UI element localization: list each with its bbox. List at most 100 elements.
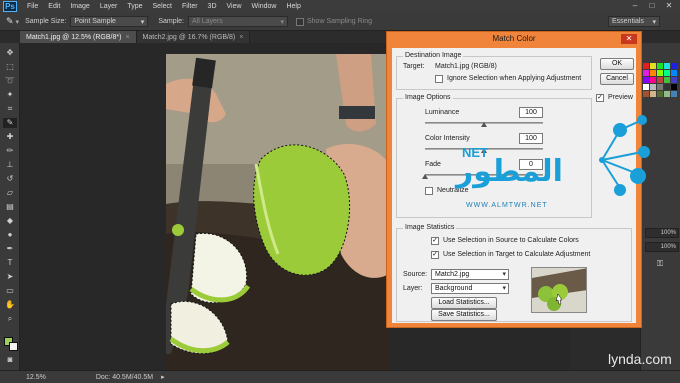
tab-label: Match1.jpg @ 12.5% (RGB/8*)	[26, 33, 122, 41]
photoshop-logo: Ps	[3, 1, 17, 12]
dodge-tool-icon[interactable]: ●	[3, 230, 17, 240]
pen-tool-icon[interactable]: ✒	[3, 244, 17, 254]
close-icon[interactable]: ×	[125, 34, 129, 41]
tab-match1[interactable]: Match1.jpg @ 12.5% (RGB/8*) ×	[20, 31, 137, 43]
ignore-selection-checkbox[interactable]	[435, 75, 443, 83]
sample-label: Sample:	[158, 18, 184, 25]
menu-image[interactable]: Image	[70, 3, 89, 10]
image-statistics-group: Image Statistics ✓ Use Selection in Sour…	[396, 224, 632, 322]
options-bar: ✎ ▾ Sample Size: Point Sample ▾ Sample: A…	[0, 13, 680, 31]
layer-select[interactable]: Background ▾	[431, 283, 509, 294]
menu-3d[interactable]: 3D	[208, 3, 217, 10]
eyedropper-tool-icon[interactable]: ✎	[3, 118, 17, 128]
group-legend: Image Statistics	[403, 224, 457, 231]
group-legend: Image Options	[403, 94, 453, 101]
lock-icon[interactable]: ⚿	[657, 259, 663, 269]
gradient-tool-icon[interactable]: ▤	[3, 202, 17, 212]
cancel-button[interactable]: Cancel	[600, 73, 634, 85]
path-selection-tool-icon[interactable]: ➤	[3, 272, 17, 282]
blur-tool-icon[interactable]: ◆	[3, 216, 17, 226]
healing-brush-tool-icon[interactable]: ✚	[3, 132, 17, 142]
chevron-down-icon: ▾	[280, 18, 284, 26]
move-tool-icon[interactable]: ✥	[3, 48, 17, 58]
close-icon[interactable]: ✕	[662, 1, 676, 11]
history-brush-tool-icon[interactable]: ↺	[3, 174, 17, 184]
show-sampling-ring-checkbox[interactable]	[296, 17, 304, 26]
workspace-select[interactable]: Essentials ▾	[608, 16, 660, 27]
document-size: Doc: 40.5M/40.5M	[95, 373, 154, 381]
quick-mask-icon[interactable]: ◙	[3, 355, 17, 365]
layer-label: Layer:	[403, 285, 423, 292]
menu-window[interactable]: Window	[252, 3, 277, 10]
show-sampling-ring-label: Show Sampling Ring	[307, 18, 372, 25]
save-statistics-button[interactable]: Save Statistics...	[431, 309, 497, 321]
destination-image-group: Destination Image Target: Match1.jpg (RG…	[396, 52, 592, 90]
minimize-icon[interactable]: –	[628, 1, 642, 11]
fade-label: Fade	[425, 161, 441, 168]
menu-filter[interactable]: Filter	[182, 3, 198, 10]
chevron-down-icon: ▾	[652, 18, 656, 26]
hand-tool-icon[interactable]: ✋	[3, 300, 17, 310]
chevron-right-icon[interactable]: ▸	[161, 373, 165, 381]
maximize-icon[interactable]: □	[645, 1, 659, 11]
shape-tool-icon[interactable]: ▭	[3, 286, 17, 296]
preview-label: Preview	[608, 94, 633, 101]
use-selection-source-label: Use Selection in Source to Calculate Col…	[443, 237, 579, 244]
tools-panel: ✥ ⬚ ➰ ✦ ⌗ ✎ ✚ ✏ ⊥ ↺ ▱ ▤ ◆ ● ✒ T ➤ ▭ ✋ ⌕ …	[0, 43, 20, 370]
type-tool-icon[interactable]: T	[3, 258, 17, 268]
marquee-tool-icon[interactable]: ⬚	[3, 62, 17, 72]
target-label: Target:	[403, 63, 425, 70]
layer-value: Background	[435, 285, 473, 292]
coconut-photo	[166, 54, 389, 372]
neutralize-checkbox[interactable]	[425, 187, 433, 195]
chevron-down-icon[interactable]: ▾	[16, 18, 20, 26]
tab-label: Match2.jpg @ 16.7% (RGB/8)	[142, 33, 236, 41]
crop-tool-icon[interactable]: ⌗	[3, 104, 17, 114]
zoom-level[interactable]: 12.5%	[26, 374, 46, 381]
source-thumbnail	[531, 267, 587, 313]
menu-type[interactable]: Type	[127, 3, 142, 10]
eyedropper-icon[interactable]: ✎	[6, 16, 14, 27]
menu-edit[interactable]: Edit	[48, 3, 60, 10]
use-selection-source-checkbox[interactable]: ✓	[431, 237, 439, 245]
use-selection-target-checkbox[interactable]: ✓	[431, 251, 439, 259]
watermark-arabic-text: المطور	[456, 154, 563, 189]
target-value: Match1.jpg (RGB/8)	[435, 63, 497, 70]
watermark-url: WWW.ALMTWR.NET	[466, 202, 548, 209]
sample-size-select[interactable]: Point Sample ▾	[70, 16, 149, 27]
zoom-tool-icon[interactable]: ⌕	[3, 314, 17, 324]
clone-stamp-tool-icon[interactable]: ⊥	[3, 160, 17, 170]
ok-button[interactable]: OK	[600, 58, 634, 70]
sample-select[interactable]: All Layers ▾	[188, 16, 288, 27]
menu-select[interactable]: Select	[153, 3, 172, 10]
sample-value: All Layers	[192, 18, 223, 25]
chevron-down-icon: ▾	[140, 18, 145, 26]
opacity-field[interactable]: 100%	[645, 228, 679, 238]
fade-slider-handle[interactable]	[422, 174, 428, 179]
close-icon[interactable]: ✕	[621, 34, 637, 44]
fill-field[interactable]: 100%	[645, 242, 679, 252]
source-select[interactable]: Match2.jpg ▾	[431, 269, 509, 280]
load-statistics-button[interactable]: Load Statistics...	[431, 297, 497, 309]
document-image[interactable]	[166, 54, 389, 372]
sample-size-value: Point Sample	[74, 18, 116, 25]
group-legend: Destination Image	[403, 52, 464, 59]
menu-layer[interactable]: Layer	[100, 3, 118, 10]
background-color-swatch[interactable]	[9, 342, 18, 351]
brush-tool-icon[interactable]: ✏	[3, 146, 17, 156]
chevron-down-icon: ▾	[502, 285, 506, 292]
menu-help[interactable]: Help	[286, 3, 300, 10]
preview-checkbox[interactable]: ✓	[596, 94, 604, 102]
close-icon[interactable]: ×	[239, 34, 243, 41]
lasso-tool-icon[interactable]: ➰	[3, 76, 17, 86]
ignore-selection-label: Ignore Selection when Applying Adjustmen…	[447, 75, 582, 82]
eraser-tool-icon[interactable]: ▱	[3, 188, 17, 198]
menu-bar: Ps File Edit Image Layer Type Select Fil…	[0, 0, 680, 13]
sample-size-label: Sample Size:	[25, 18, 67, 25]
source-thumbnail-image	[532, 268, 586, 312]
menu-file[interactable]: File	[27, 3, 38, 10]
menu-view[interactable]: View	[227, 3, 242, 10]
tab-match2[interactable]: Match2.jpg @ 16.7% (RGB/8) ×	[136, 31, 251, 43]
lynda-logo: lynda.com	[608, 351, 672, 367]
quick-select-tool-icon[interactable]: ✦	[3, 90, 17, 100]
